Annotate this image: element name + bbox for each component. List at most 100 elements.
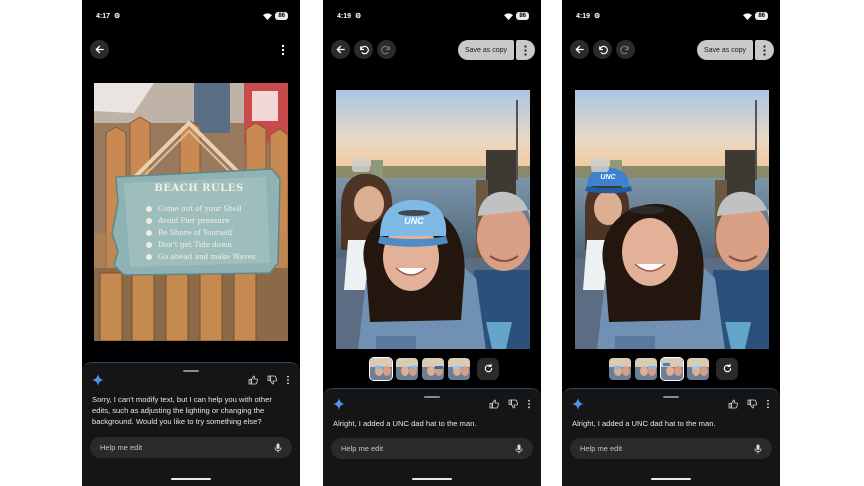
sparkle-icon [92, 374, 104, 386]
alarm-icon: ⚙ [355, 13, 362, 20]
input-placeholder: Help me edit [341, 444, 384, 453]
redo-icon [620, 45, 629, 55]
variation-thumbnail[interactable] [448, 357, 470, 380]
gemini-edit-sheet: Alright, I added a UNC dad hat to the ma… [323, 388, 541, 486]
wifi-icon [263, 12, 273, 20]
home-indicator [651, 478, 691, 480]
assistant-message: Alright, I added a UNC dad hat to the ma… [333, 419, 477, 428]
thumbs-down-icon[interactable] [508, 399, 518, 409]
redo-button[interactable] [377, 40, 396, 59]
more-vertical-icon [281, 44, 285, 56]
sheet-drag-handle[interactable] [183, 370, 199, 372]
sheet-header [333, 398, 531, 410]
regenerate-button[interactable] [477, 357, 499, 380]
sign-title: BEACH RULES [154, 183, 244, 194]
more-options-button[interactable] [278, 42, 288, 58]
battery-level: 86 [516, 12, 529, 20]
variation-thumbnail-selected[interactable] [369, 356, 393, 381]
undo-button[interactable] [593, 40, 612, 59]
more-vertical-icon [763, 44, 766, 56]
regenerate-button[interactable] [716, 357, 738, 380]
save-options-button[interactable] [755, 40, 775, 60]
alarm-icon: ⚙ [594, 13, 601, 20]
photo-selfie-edited: UNC [336, 90, 530, 349]
undo-icon [360, 45, 369, 55]
thumbs-up-icon[interactable] [728, 399, 738, 409]
input-placeholder: Help me edit [580, 444, 623, 453]
status-bar: 4:17 ⚙ 86 [96, 10, 288, 22]
gemini-edit-sheet: Sorry, I can't modify text, but I can he… [82, 362, 300, 486]
more-vertical-icon [524, 44, 527, 56]
sign-line: Don't get Tide down [158, 240, 232, 249]
thumbs-up-icon[interactable] [489, 399, 499, 409]
undo-button[interactable] [354, 40, 373, 59]
wifi-icon [504, 12, 514, 20]
back-button[interactable] [570, 40, 589, 59]
variation-thumbnail[interactable] [609, 357, 631, 380]
variation-thumbnail[interactable] [422, 357, 444, 380]
save-as-copy-button[interactable]: Save as copy [458, 40, 515, 60]
save-as-copy-button[interactable]: Save as copy [697, 40, 754, 60]
more-vertical-icon[interactable] [286, 375, 290, 385]
more-vertical-icon[interactable] [766, 399, 770, 409]
wifi-icon [743, 12, 753, 20]
variation-thumbnails [369, 356, 499, 381]
variation-thumbnail[interactable] [396, 357, 418, 380]
undo-icon [599, 45, 608, 55]
back-button[interactable] [331, 40, 350, 59]
status-time: 4:17 [96, 12, 111, 20]
photo-beach-rules-sign: BEACH RULES Come out of your Shell Avoid… [94, 83, 288, 341]
sparkle-icon [333, 398, 345, 410]
sign-rules: Come out of your Shell Avoid Pier pressu… [158, 203, 278, 263]
sign-line: Go ahead and make Waves [158, 252, 256, 261]
refresh-icon [723, 363, 731, 373]
thumbs-down-icon[interactable] [747, 399, 757, 409]
home-indicator [412, 478, 452, 480]
mic-icon[interactable] [274, 443, 282, 453]
mic-icon[interactable] [754, 444, 762, 454]
status-bar: 4:19 ⚙ 86 [576, 10, 768, 22]
back-button[interactable] [90, 40, 109, 59]
save-options-button[interactable] [516, 40, 536, 60]
help-me-edit-input[interactable]: Help me edit [570, 438, 772, 459]
help-me-edit-input[interactable]: Help me edit [331, 438, 533, 459]
battery-level: 86 [755, 12, 768, 20]
variation-thumbnail[interactable] [635, 357, 657, 380]
redo-button[interactable] [616, 40, 635, 59]
sheet-header [572, 398, 770, 410]
sparkle-icon [572, 398, 584, 410]
sheet-header [92, 374, 290, 386]
refresh-icon [484, 363, 492, 373]
input-placeholder: Help me edit [100, 443, 143, 452]
save-controls: Save as copy [697, 40, 775, 60]
battery-level: 86 [275, 12, 288, 20]
variation-thumbnails [609, 356, 738, 381]
sign-line: Be Shore of Yourself [158, 228, 233, 237]
phone-screen-1: 4:17 ⚙ 86 BEACH RULES Come out of your S… [82, 0, 300, 486]
arrow-left-icon [95, 45, 104, 54]
save-controls: Save as copy [458, 40, 536, 60]
variation-thumbnail[interactable] [687, 357, 709, 380]
gemini-edit-sheet: Alright, I added a UNC dad hat to the ma… [562, 388, 780, 486]
cap-logo-text: UNC [404, 216, 424, 226]
alarm-icon: ⚙ [114, 13, 121, 20]
assistant-message: Sorry, I can't modify text, but I can he… [92, 395, 272, 426]
cap-logo-text: UNC [600, 174, 616, 181]
mic-icon[interactable] [515, 444, 523, 454]
help-me-edit-input[interactable]: Help me edit [90, 437, 292, 458]
status-bar: 4:19 ⚙ 86 [337, 10, 529, 22]
phone-screen-3: 4:19 ⚙ 86 Save as copy UNC Alright, I ad… [562, 0, 780, 486]
sign-line: Come out of your Shell [158, 204, 242, 213]
photo-selfie-edited: UNC [575, 90, 769, 349]
sign-line: Avoid Pier pressure [158, 216, 230, 225]
more-vertical-icon[interactable] [527, 399, 531, 409]
arrow-left-icon [336, 45, 345, 54]
redo-icon [381, 45, 390, 55]
thumbs-up-icon[interactable] [248, 375, 258, 385]
home-indicator [171, 478, 211, 480]
status-time: 4:19 [576, 12, 591, 20]
assistant-message: Alright, I added a UNC dad hat to the ma… [572, 419, 716, 428]
arrow-left-icon [575, 45, 584, 54]
thumbs-down-icon[interactable] [267, 375, 277, 385]
variation-thumbnail-selected[interactable] [660, 356, 684, 381]
